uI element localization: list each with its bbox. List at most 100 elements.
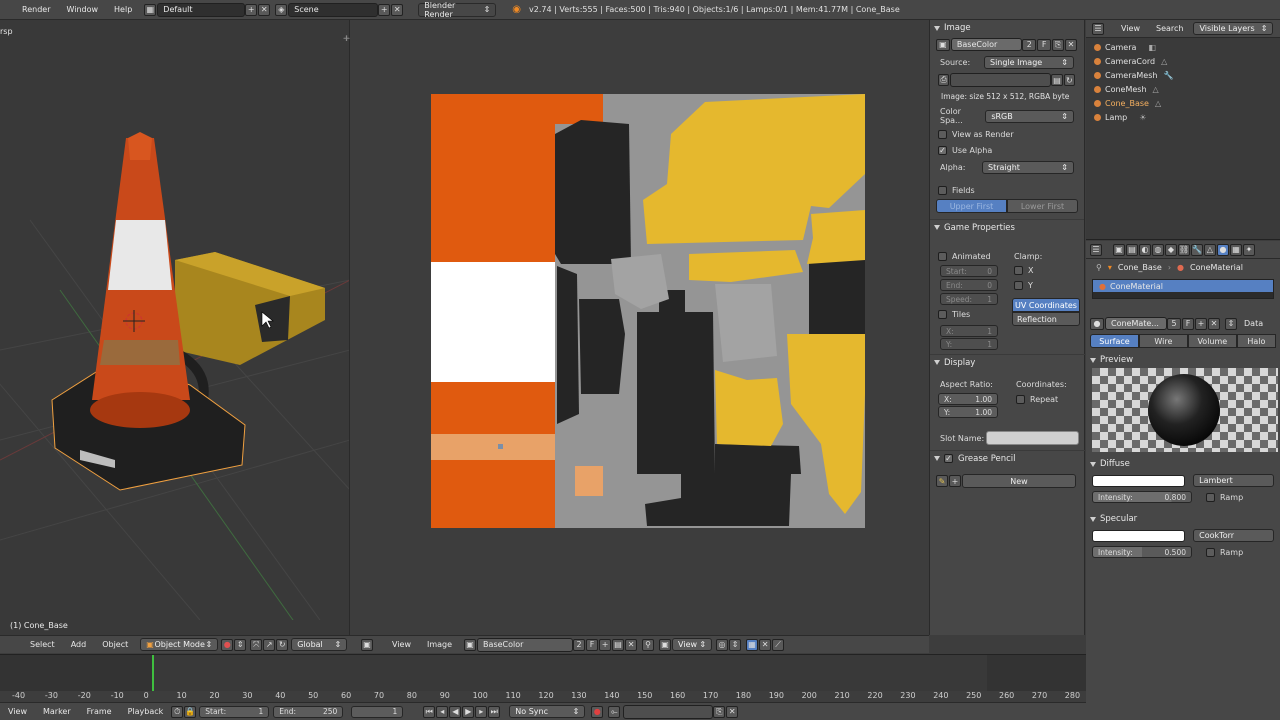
timeline-menu-frame[interactable]: Frame: [79, 707, 120, 716]
translate-icon[interactable]: ↗: [263, 638, 276, 651]
uv-image-editor[interactable]: +: [343, 20, 929, 635]
data-tab-icon[interactable]: △: [1204, 243, 1216, 256]
outliner-view-menu[interactable]: View: [1113, 24, 1148, 33]
timeline-menu-playback[interactable]: Playback: [120, 707, 172, 716]
add-icon[interactable]: +: [949, 475, 961, 487]
aspect-y-field[interactable]: Y: 1.00: [938, 406, 998, 418]
render-layers-tab-icon[interactable]: ▤: [1126, 243, 1138, 256]
clamp-y-row[interactable]: Y: [1014, 281, 1033, 290]
repeat-checkbox[interactable]: [1016, 395, 1025, 404]
outliner-item-lamp[interactable]: Lamp ☀: [1086, 110, 1280, 124]
source-dropdown[interactable]: Single Image ⇕: [984, 56, 1074, 69]
properties-editor-icon[interactable]: ☰: [1090, 243, 1102, 256]
specular-shader-dropdown[interactable]: CookTorr: [1193, 529, 1274, 542]
menu-render[interactable]: Render: [14, 5, 58, 14]
outliner-editor-icon[interactable]: ☰: [1092, 22, 1104, 35]
animated-row[interactable]: Animated: [938, 252, 991, 261]
layout-selector[interactable]: Default: [157, 2, 246, 17]
image-duplicate-icon[interactable]: ⎘: [1052, 38, 1065, 51]
view3d-menu-add[interactable]: Add: [63, 640, 95, 649]
mode-dropdown[interactable]: ▣ Object Mode ⇕: [140, 638, 219, 651]
image-editor-type-icon[interactable]: ▣: [361, 638, 373, 651]
grease-pencil-new-button[interactable]: New: [962, 474, 1076, 488]
transform-orientation-dropdown[interactable]: Global ⇕: [291, 638, 348, 651]
tab-halo[interactable]: Halo: [1236, 334, 1276, 348]
clamp-y-checkbox[interactable]: [1014, 281, 1023, 290]
image-fake-user-button[interactable]: F: [1037, 38, 1052, 51]
editor-split-icon[interactable]: +: [343, 34, 351, 44]
material-users-count[interactable]: 5: [1167, 317, 1181, 330]
header-unlink-icon[interactable]: ✕: [625, 638, 638, 651]
material-add-icon[interactable]: +: [1195, 317, 1207, 330]
image-unlink-icon[interactable]: ✕: [1065, 38, 1077, 51]
3d-viewport[interactable]: rsp + (1) Cone_Base: [0, 20, 350, 635]
outliner-search-menu[interactable]: Search: [1148, 24, 1191, 33]
scene-tab-icon[interactable]: ◐: [1139, 243, 1151, 256]
material-link-data[interactable]: Data: [1244, 319, 1263, 328]
material-unlink-icon[interactable]: ✕: [1208, 317, 1220, 330]
file-browse-icon[interactable]: ▤: [1051, 74, 1063, 86]
tiles-y-field[interactable]: Y: 1: [940, 338, 998, 350]
reload-icon[interactable]: ↻: [1063, 74, 1075, 86]
header-snap-icon[interactable]: ⟋: [772, 638, 785, 651]
material-slot-selected[interactable]: ● ConeMaterial: [1093, 280, 1273, 292]
layout-add-icon[interactable]: +: [245, 3, 258, 16]
view-as-render-checkbox[interactable]: [938, 130, 947, 139]
world-tab-icon[interactable]: ◍: [1152, 243, 1164, 256]
colorspace-dropdown[interactable]: sRGB ⇕: [985, 109, 1074, 123]
play-reverse-icon[interactable]: ◀: [449, 705, 462, 718]
image-browse-icon[interactable]: ▣: [464, 638, 477, 651]
animated-checkbox[interactable]: [938, 252, 947, 261]
outliner-item-cameramesh[interactable]: CameraMesh 🔧: [1086, 68, 1280, 82]
scene-selector[interactable]: Scene: [288, 2, 379, 17]
header-new-image-icon[interactable]: +: [599, 638, 612, 651]
pencil-icon[interactable]: ✎: [936, 475, 948, 487]
game-properties-header[interactable]: Game Properties: [930, 219, 1084, 235]
image-panel-header[interactable]: Image: [930, 20, 1084, 36]
uv-coordinates-button[interactable]: UV Coordinates: [1012, 298, 1080, 312]
texture-tab-icon[interactable]: ▦: [1230, 243, 1242, 256]
header-pivot-icon[interactable]: ◎: [716, 638, 729, 651]
diffuse-color-swatch[interactable]: [1092, 474, 1186, 487]
current-frame-field[interactable]: 1: [351, 705, 404, 718]
clamp-x-checkbox[interactable]: [1014, 266, 1023, 275]
header-image-fake[interactable]: F: [586, 638, 599, 651]
timeline-menu-view[interactable]: View: [0, 707, 35, 716]
tab-volume[interactable]: Volume: [1187, 334, 1237, 348]
record-icon[interactable]: ●: [591, 705, 604, 718]
insert-key-icon[interactable]: ⎘: [713, 705, 726, 718]
fields-row[interactable]: Fields: [930, 176, 1084, 197]
header-view-dropdown[interactable]: View ⇕: [672, 638, 713, 651]
render-engine-dropdown[interactable]: Blender Render ⇕: [418, 1, 497, 19]
use-alpha-row[interactable]: ✓ Use Alpha: [930, 142, 1084, 159]
timeline-menu-marker[interactable]: Marker: [35, 707, 79, 716]
tab-surface[interactable]: Surface: [1090, 334, 1139, 348]
manipulator-icon[interactable]: ⤧: [250, 638, 263, 651]
outliner-item-cone-base[interactable]: Cone_Base △: [1086, 96, 1280, 110]
render-tab-icon[interactable]: ▣: [1113, 243, 1125, 256]
specular-color-swatch[interactable]: [1092, 529, 1186, 542]
pack-icon[interactable]: ⎙: [938, 74, 950, 86]
view3d-menu-object[interactable]: Object: [94, 640, 136, 649]
timeline[interactable]: -40 -30 -20 -10 0 10 20 30 40 50 60 70 80 90 100 110 120…: [0, 654, 1086, 703]
repeat-row[interactable]: Repeat: [1016, 395, 1058, 404]
material-link-icon[interactable]: ⇕: [1225, 317, 1237, 330]
speed-field[interactable]: Speed: 1: [940, 293, 998, 305]
play-icon[interactable]: ▶: [462, 705, 475, 718]
header-mode-icon[interactable]: ▣: [659, 638, 672, 651]
filepath-field[interactable]: [950, 73, 1052, 87]
header-display-rgb-icon[interactable]: ▦: [746, 638, 759, 651]
lock-range-icon[interactable]: 🔒: [184, 705, 197, 718]
view3d-menu-select[interactable]: Select: [22, 640, 63, 649]
specular-header[interactable]: Specular: [1086, 511, 1280, 527]
layout-close-icon[interactable]: ✕: [258, 3, 271, 16]
end-frame-field[interactable]: End: 250: [273, 705, 344, 718]
diffuse-ramp-checkbox[interactable]: [1206, 492, 1215, 502]
image-browse-icon[interactable]: ▣: [936, 38, 950, 51]
preview-header[interactable]: Preview: [1086, 352, 1280, 368]
menu-help[interactable]: Help: [106, 5, 140, 14]
scene-close-icon[interactable]: ✕: [391, 3, 404, 16]
slot-name-field[interactable]: [986, 431, 1079, 445]
specular-ramp-checkbox[interactable]: [1206, 547, 1215, 557]
diffuse-header[interactable]: Diffuse: [1086, 456, 1280, 472]
